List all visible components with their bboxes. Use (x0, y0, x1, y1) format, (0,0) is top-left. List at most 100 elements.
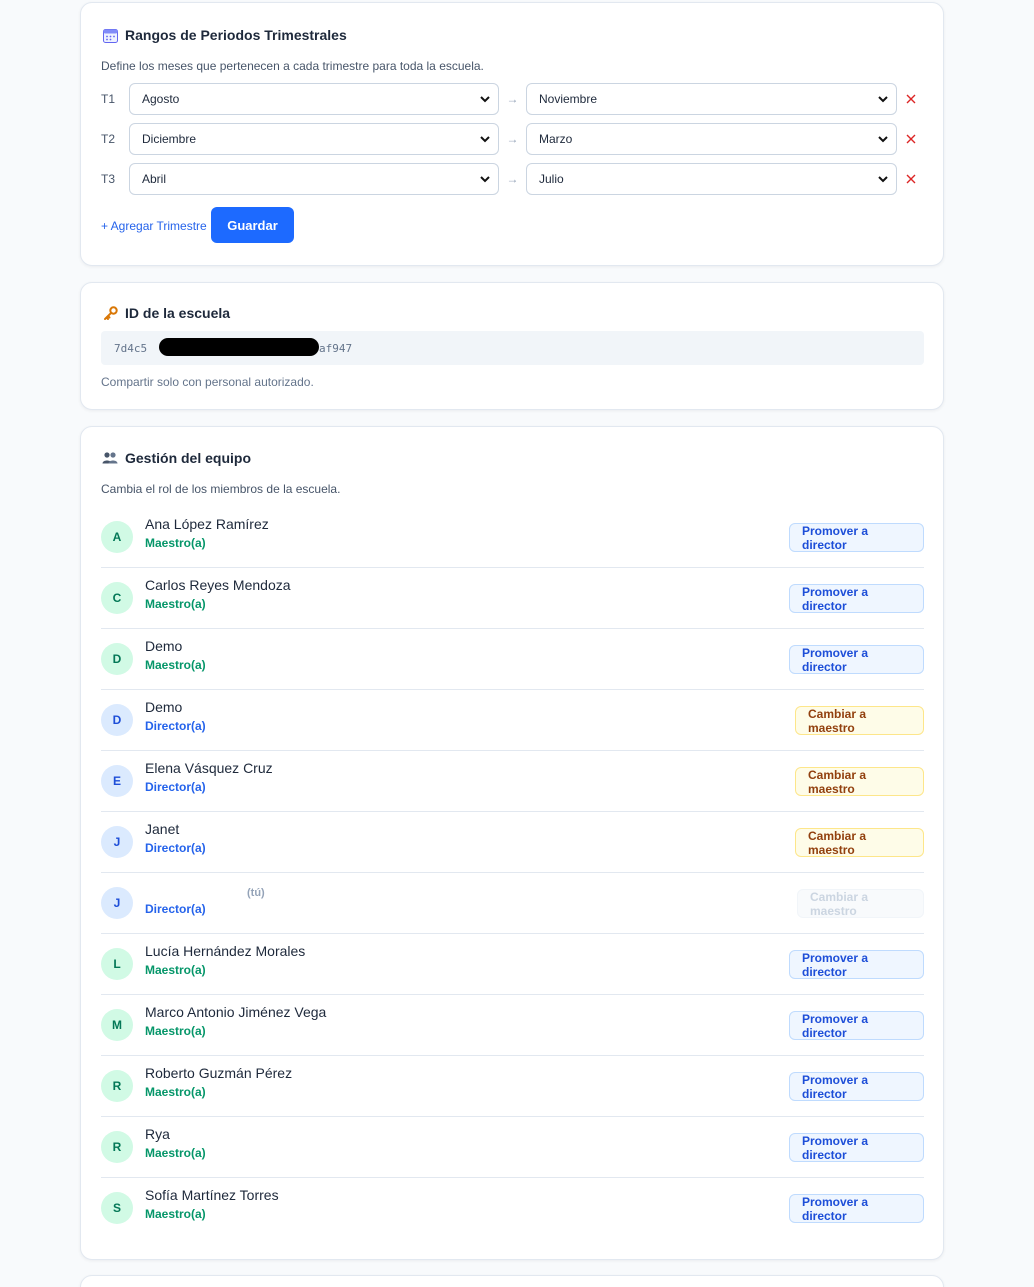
member-role: Director(a) (145, 719, 206, 733)
promote-to-director-button[interactable]: Promover a director (789, 1011, 924, 1040)
avatar: L (101, 948, 133, 980)
member-row-current-user: J (tú) Director(a) Cambiar a maestro (101, 873, 924, 934)
demote-to-teacher-button[interactable]: Cambiar a maestro (795, 706, 924, 735)
add-trimester-link[interactable]: + Agregar Trimestre (101, 219, 207, 233)
close-icon (906, 134, 916, 144)
member-role: Maestro(a) (145, 658, 206, 672)
avatar: A (101, 521, 133, 553)
period-start-select[interactable]: Abril (129, 163, 499, 195)
arrow-separator: → (506, 172, 519, 186)
member-name: Elena Vásquez Cruz (145, 760, 273, 776)
school-id-card: ID de la escuela 7d4c5 af947 Compartir s… (80, 282, 944, 410)
close-icon (906, 94, 916, 104)
school-id-value[interactable]: 7d4c5 af947 (101, 331, 924, 365)
demote-to-teacher-button[interactable]: Cambiar a maestro (795, 767, 924, 796)
promote-to-director-button[interactable]: Promover a director (789, 645, 924, 674)
avatar: R (101, 1131, 133, 1163)
team-title: Gestión del equipo (102, 450, 251, 466)
promote-to-director-button[interactable]: Promover a director (789, 584, 924, 613)
promote-to-director-button[interactable]: Promover a director (789, 523, 924, 552)
member-row: R Roberto Guzmán Pérez Maestro(a) Promov… (101, 1056, 924, 1117)
member-row: D Demo Maestro(a) Promover a director (101, 629, 924, 690)
period-start-value: Abril (142, 172, 167, 186)
demote-to-teacher-button-disabled: Cambiar a maestro (797, 889, 924, 918)
avatar: D (101, 704, 133, 736)
chevron-down-icon (480, 96, 490, 103)
period-end-value: Marzo (539, 132, 573, 146)
member-role: Maestro(a) (145, 963, 206, 977)
member-row: D Demo Director(a) Cambiar a maestro (101, 690, 924, 751)
avatar: J (101, 826, 133, 858)
member-role: Maestro(a) (145, 536, 206, 550)
periods-title: Rangos de Periodos Trimestrales (102, 27, 347, 43)
avatar: R (101, 1070, 133, 1102)
period-row-t2: T2 Diciembre → Marzo (101, 123, 925, 155)
redaction-mark (159, 338, 319, 356)
member-role: Director(a) (145, 841, 206, 855)
period-start-value: Agosto (142, 92, 180, 106)
people-icon (102, 450, 118, 466)
member-name: Demo (145, 699, 183, 715)
save-button[interactable]: Guardar (211, 207, 294, 243)
member-name: Rya (145, 1126, 170, 1142)
member-row: E Elena Vásquez Cruz Director(a) Cambiar… (101, 751, 924, 812)
school-id-note: Compartir solo con personal autorizado. (101, 375, 314, 389)
team-card: Gestión del equipo Cambia el rol de los … (80, 426, 944, 1260)
period-end-select[interactable]: Julio (526, 163, 897, 195)
avatar: D (101, 643, 133, 675)
period-row-t3: T3 Abril → Julio (101, 163, 925, 195)
member-role: Director(a) (145, 780, 206, 794)
period-end-select[interactable]: Marzo (526, 123, 897, 155)
member-row: L Lucía Hernández Morales Maestro(a) Pro… (101, 934, 924, 995)
member-row: J Janet Director(a) Cambiar a maestro (101, 812, 924, 873)
member-role: Maestro(a) (145, 1146, 206, 1160)
avatar: C (101, 582, 133, 614)
member-role: Maestro(a) (145, 1024, 206, 1038)
arrow-separator: → (506, 92, 519, 106)
key-icon (102, 305, 118, 321)
next-card (80, 1275, 944, 1287)
member-role: Director(a) (145, 902, 206, 916)
promote-to-director-button[interactable]: Promover a director (789, 1072, 924, 1101)
remove-period-button[interactable] (897, 94, 925, 104)
period-end-value: Julio (539, 172, 564, 186)
avatar: M (101, 1009, 133, 1041)
avatar: J (101, 887, 133, 919)
member-name: Sofía Martínez Torres (145, 1187, 279, 1203)
period-end-select[interactable]: Noviembre (526, 83, 897, 115)
avatar: S (101, 1192, 133, 1224)
member-name: Roberto Guzmán Pérez (145, 1065, 293, 1081)
period-start-select[interactable]: Diciembre (129, 123, 499, 155)
demote-to-teacher-button[interactable]: Cambiar a maestro (795, 828, 924, 857)
member-row: R Rya Maestro(a) Promover a director (101, 1117, 924, 1178)
member-name: Ana López Ramírez (145, 516, 269, 532)
remove-period-button[interactable] (897, 134, 925, 144)
promote-to-director-button[interactable]: Promover a director (789, 950, 924, 979)
member-name: Lucía Hernández Morales (145, 943, 306, 959)
member-name: Demo (145, 638, 183, 654)
member-row: C Carlos Reyes Mendoza Maestro(a) Promov… (101, 568, 924, 629)
member-role: Maestro(a) (145, 1085, 206, 1099)
school-id-title-text: ID de la escuela (125, 305, 231, 321)
chevron-down-icon (480, 136, 490, 143)
school-id-title: ID de la escuela (102, 305, 230, 321)
promote-to-director-button[interactable]: Promover a director (789, 1133, 924, 1162)
chevron-down-icon (480, 176, 490, 183)
member-row: M Marco Antonio Jiménez Vega Maestro(a) … (101, 995, 924, 1056)
team-title-text: Gestión del equipo (125, 450, 252, 466)
member-row: A Ana López Ramírez Maestro(a) Promover … (101, 507, 924, 568)
promote-to-director-button[interactable]: Promover a director (789, 1194, 924, 1223)
period-label: T1 (101, 92, 116, 106)
period-end-value: Noviembre (539, 92, 598, 106)
chevron-down-icon (878, 176, 888, 183)
remove-period-button[interactable] (897, 174, 925, 184)
member-role: Maestro(a) (145, 597, 206, 611)
school-id-end: af947 (319, 342, 353, 355)
chevron-down-icon (878, 136, 888, 143)
period-start-value: Diciembre (142, 132, 197, 146)
member-name: Marco Antonio Jiménez Vega (145, 1004, 327, 1020)
period-start-select[interactable]: Agosto (129, 83, 499, 115)
close-icon (906, 174, 916, 184)
member-name: Janet (145, 821, 180, 837)
team-description: Cambia el rol de los miembros de la escu… (101, 482, 341, 496)
